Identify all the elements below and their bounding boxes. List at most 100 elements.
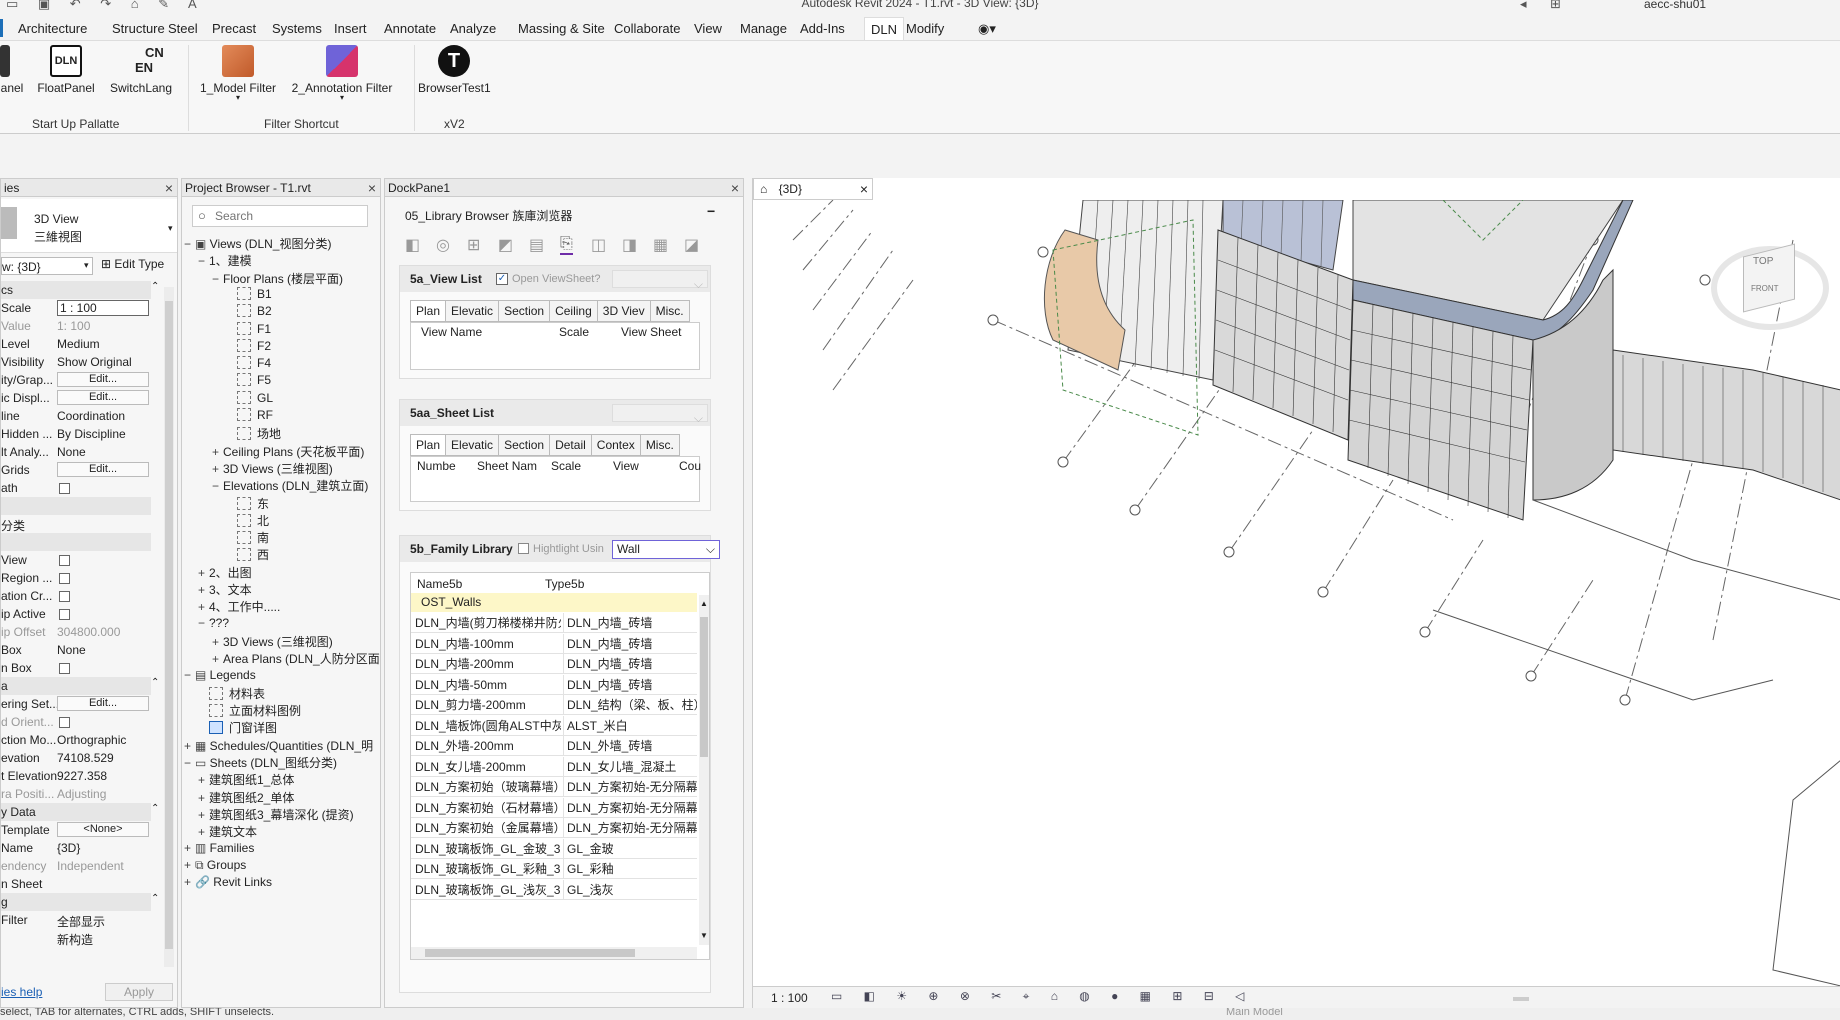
tab-plan[interactable]: Plan — [410, 300, 446, 322]
sheet-list-dropdown[interactable]: ⌵ — [612, 404, 708, 425]
ribbon-tab-view[interactable]: View — [694, 21, 722, 36]
collapse-icon[interactable]: ⌃ — [151, 677, 159, 688]
property-checkbox[interactable] — [59, 555, 70, 566]
expand-icon[interactable]: + — [212, 652, 223, 666]
ribbon-tab-dln[interactable]: DLN — [864, 17, 905, 40]
tree-node[interactable]: + Ceiling Plans (天花板平面) — [212, 443, 364, 460]
edit-button[interactable]: Edit... — [57, 462, 149, 477]
group-row-ost-walls[interactable]: OST_Walls — [411, 593, 697, 612]
tree-node[interactable]: 南 — [226, 529, 269, 546]
edit-type-button[interactable]: ⊞ Edit Type — [101, 257, 164, 271]
tree-node[interactable]: + ▥ Families — [184, 841, 254, 855]
tree-node[interactable]: F1 — [226, 321, 271, 336]
annotation-filter-button[interactable]: 2_Annotation Filter ▾ — [290, 45, 394, 102]
tree-node[interactable]: 立面材料图例 — [198, 702, 301, 719]
expand-icon[interactable]: + — [198, 825, 209, 839]
col-name5b[interactable]: Name5b — [417, 577, 462, 591]
tree-node[interactable]: 西 — [226, 546, 269, 563]
ribbon-tab-structure[interactable]: Structure — [112, 21, 165, 36]
tree-node[interactable]: F5 — [226, 373, 271, 387]
model-filter-button[interactable]: 1_Model Filter ▾ — [196, 45, 280, 102]
tab-3d-viev[interactable]: 3D Viev — [596, 300, 650, 322]
tree-node[interactable]: + 建筑文本 — [198, 823, 257, 840]
tab-section[interactable]: Section — [498, 434, 550, 456]
family-row[interactable]: DLN_外墙-200mm DLN_外墙_砖墙 — [411, 736, 697, 756]
browsertest-button[interactable]: T BrowserTest1 — [418, 45, 491, 95]
collapse-icon[interactable]: ⌃ — [151, 281, 159, 292]
tree-node[interactable]: GL — [226, 390, 273, 405]
collapse-icon[interactable]: − — [212, 479, 223, 493]
collapse-icon[interactable]: ⌃ — [151, 803, 159, 814]
tree-node[interactable]: + ▦ Schedules/Quantities (DLN_明 — [184, 737, 373, 754]
property-checkbox[interactable] — [59, 609, 70, 620]
tree-node[interactable]: +4、工作中..... — [198, 598, 280, 615]
tree-node[interactable]: +3D Views (三维视图) — [212, 460, 333, 477]
view-template-button[interactable]: <None> — [57, 822, 149, 837]
tree-node[interactable]: + Area Plans (DLN_人防分区面 — [212, 650, 380, 667]
close-icon[interactable]: × — [165, 179, 173, 196]
col-number[interactable]: Numbe — [417, 459, 456, 473]
3d-viewport[interactable]: ⌂ {3D} × TOP FRONT 1: 100 ▭ ◧ ☀ ⊕ ⊗ ✂ ⌖… — [752, 178, 1840, 1008]
tree-node[interactable]: − ▤ Legends — [184, 668, 256, 682]
collapse-icon[interactable]: − — [212, 272, 223, 286]
collapse-icon[interactable]: − — [198, 254, 209, 268]
tree-node[interactable]: 场地 — [226, 425, 281, 442]
tab-misc[interactable]: Misc. — [649, 300, 690, 322]
family-row[interactable]: DLN_玻璃板饰_GL_彩釉_32 GL_彩釉 — [411, 859, 697, 879]
ribbon-tab-collaborate[interactable]: Collaborate — [614, 21, 681, 36]
category-dropdown[interactable]: Wall ⌵ — [612, 540, 720, 559]
family-row[interactable]: DLN_方案初始（玻璃幕墙） DLN_方案初始-无分隔幕墙 — [411, 777, 697, 797]
library-tool-icon[interactable]: ⊞ — [467, 235, 480, 255]
expand-icon[interactable]: + — [212, 635, 223, 649]
file-tab-edge[interactable] — [0, 19, 3, 37]
tree-node[interactable]: + 建筑图纸1_总体 — [198, 771, 294, 788]
switchlang-button[interactable]: CN EN SwitchLang — [108, 45, 174, 95]
property-checkbox[interactable] — [59, 573, 70, 584]
tree-node[interactable]: +2、出图 — [198, 564, 252, 581]
expand-icon[interactable]: + — [198, 791, 209, 805]
expand-icon[interactable]: + — [184, 841, 195, 855]
tree-node[interactable]: RF — [226, 408, 273, 422]
building-model[interactable] — [753, 200, 1840, 986]
col-scale[interactable]: Scale — [559, 325, 589, 339]
col-view[interactable]: View — [613, 459, 639, 473]
edit-button[interactable]: Edit... — [57, 696, 149, 711]
panel-button[interactable]: anel — [0, 45, 24, 95]
tab-section[interactable]: Section — [498, 300, 550, 322]
view-control-icons[interactable]: ▭ ◧ ☀ ⊕ ⊗ ✂ ⌖ ⌂ ◍ ● ▦ ⊞ ⊟ ◁ — [831, 989, 1253, 1004]
view-tab-3d[interactable]: ⌂ {3D} × — [753, 178, 873, 200]
view-cube-top[interactable]: TOP — [1753, 256, 1773, 267]
edit-button[interactable]: Edit... — [57, 390, 149, 405]
tree-node[interactable]: 门窗详图 — [198, 719, 277, 736]
family-row[interactable]: DLN_女儿墙-200mm DLN_女儿墙_混凝土 — [411, 756, 697, 777]
tree-node[interactable]: − Floor Plans (楼层平面) — [212, 270, 343, 287]
collapse-icon[interactable]: − — [184, 668, 195, 682]
collapse-icon[interactable]: − — [198, 616, 209, 630]
expand-icon[interactable]: + — [198, 808, 209, 822]
tree-node[interactable]: B1 — [226, 286, 272, 301]
floatpanel-button[interactable]: DLN FloatPanel — [36, 45, 96, 95]
expand-icon[interactable]: + — [184, 875, 195, 889]
edit-button[interactable]: Edit... — [57, 372, 149, 387]
scroll-down-icon[interactable]: ▼ — [700, 931, 708, 940]
ribbon-tab-add-ins[interactable]: Add-Ins — [800, 21, 845, 36]
expand-icon[interactable]: + — [184, 858, 195, 872]
open-viewsheet-checkbox[interactable]: ✓ — [496, 273, 508, 285]
collapse-icon[interactable]: − — [184, 237, 195, 251]
collapse-icon[interactable]: − — [184, 756, 195, 770]
tree-node[interactable]: +3、文本 — [198, 581, 252, 598]
expand-icon[interactable]: + — [212, 445, 223, 459]
tree-node[interactable]: 东 — [226, 495, 269, 512]
library-tool-icon[interactable]: ◨ — [622, 235, 637, 255]
tree-node[interactable]: 材料表 — [198, 685, 265, 702]
col-count[interactable]: Cou — [679, 459, 701, 473]
expand-icon[interactable]: + — [198, 773, 209, 787]
property-checkbox[interactable] — [59, 717, 70, 728]
tree-node[interactable]: +3D Views (三维视图) — [212, 633, 333, 650]
family-row[interactable]: DLN_墙板饰(圆角ALST中灰 ALST_米白 — [411, 715, 697, 736]
library-tool-icon[interactable]: ▦ — [653, 235, 668, 255]
library-tool-icon[interactable]: ◪ — [684, 235, 699, 255]
ribbon-tab-architecture[interactable]: Architecture — [18, 21, 87, 36]
ribbon-tab-annotate[interactable]: Annotate — [384, 21, 436, 36]
ribbon-tab-massing-site[interactable]: Massing & Site — [518, 21, 605, 36]
